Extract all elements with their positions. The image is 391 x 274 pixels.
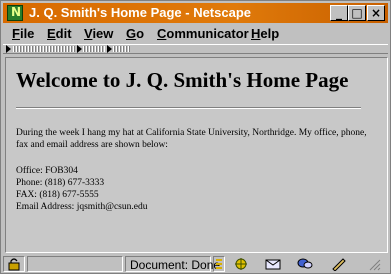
menu-communicator[interactable]: Communicator (157, 26, 249, 41)
composer-icon[interactable] (331, 257, 347, 271)
location-toolbar-grip[interactable] (83, 46, 105, 52)
menu-label-rest: dit (55, 26, 72, 41)
menu-label-rest: ommunicator (166, 26, 249, 41)
page-content[interactable]: Welcome to J. Q. Smith's Home Page Durin… (5, 57, 388, 253)
contact-info: Office: FOB304 Phone: (818) 677-3333 FAX… (16, 165, 147, 213)
status-text-panel: Document: Done (125, 256, 220, 272)
progress-meter (213, 256, 225, 272)
navigation-toolbar-grip[interactable] (13, 46, 75, 52)
menu-help[interactable]: Help (251, 26, 279, 41)
discussion-icon[interactable] (297, 257, 313, 271)
email-line: Email Address: jqsmith@csun.edu (16, 202, 148, 212)
maximize-button[interactable]: □ (348, 5, 366, 21)
menu-file[interactable]: File (12, 26, 34, 41)
office-line: Office: FOB304 (16, 166, 78, 176)
intro-paragraph: During the week I hang my hat at Califor… (16, 128, 367, 150)
security-lock-icon (8, 258, 20, 271)
close-button[interactable]: × (367, 5, 385, 21)
progress-panel (27, 256, 123, 272)
phone-line: Phone: (818) 677-3333 (16, 178, 105, 188)
mail-icon[interactable] (265, 257, 281, 271)
toolbar-expand-arrow-icon[interactable] (77, 45, 82, 53)
personal-toolbar-grip[interactable] (113, 46, 131, 52)
menu-bar: File Edit View Go Communicator Help (3, 25, 388, 43)
collapsed-toolbars (3, 44, 388, 54)
window-title: J. Q. Smith's Home Page - Netscape (29, 5, 251, 20)
fax-line: FAX: (818) 677-5555 (16, 190, 99, 200)
menu-label-rest: iew (92, 26, 114, 41)
menu-view[interactable]: View (84, 26, 113, 41)
toolbar-expand-arrow-icon[interactable] (107, 45, 112, 53)
status-text: Document: Done (130, 258, 221, 272)
menu-label-rest: ile (19, 26, 35, 41)
progress-icon (216, 259, 222, 269)
menu-edit[interactable]: Edit (47, 26, 72, 41)
security-panel[interactable] (3, 256, 25, 272)
netscape-app-icon[interactable] (7, 5, 23, 21)
title-bar[interactable]: J. Q. Smith's Home Page - Netscape _ □ × (3, 3, 388, 23)
page-heading: Welcome to J. Q. Smith's Home Page (16, 68, 349, 92)
netscape-window: J. Q. Smith's Home Page - Netscape _ □ ×… (0, 0, 391, 274)
menu-label-rest: o (136, 26, 145, 41)
resize-grip-icon[interactable] (367, 257, 381, 271)
status-bar: Document: Done (3, 255, 388, 273)
navigator-icon[interactable] (233, 257, 249, 271)
toolbar-expand-arrow-icon[interactable] (6, 45, 11, 53)
menu-go[interactable]: Go (126, 26, 144, 41)
minimize-button[interactable]: _ (330, 5, 348, 21)
menu-label-rest: elp (260, 26, 280, 41)
horizontal-rule (16, 107, 361, 109)
